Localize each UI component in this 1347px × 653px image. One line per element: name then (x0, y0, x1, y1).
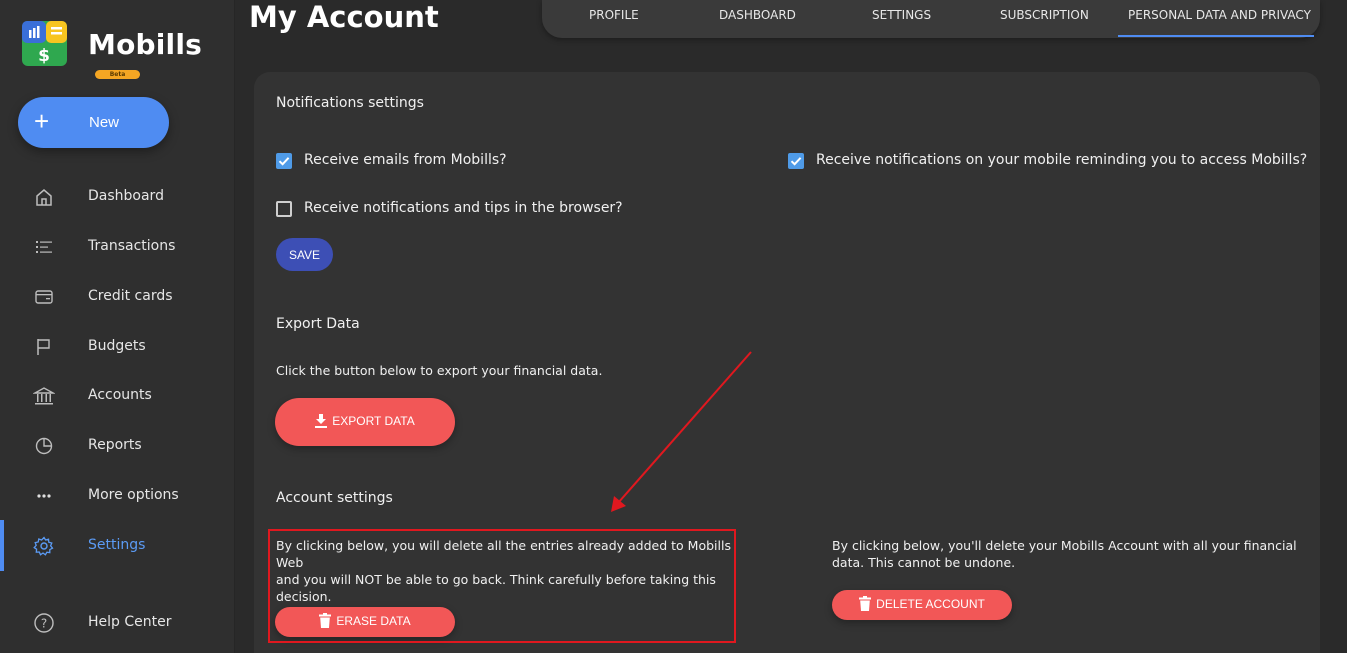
new-button-label: New (89, 114, 120, 131)
delete-account-description: By clicking below, you'll delete your Mo… (832, 537, 1302, 571)
account-section-title: Account settings (276, 490, 393, 506)
app-root: $ Mobills Beta + New Dashboard Transacti… (0, 0, 1347, 653)
gear-icon (33, 536, 54, 556)
annotation-highlight-box (268, 529, 736, 643)
sidebar-item-label: Settings (88, 537, 146, 553)
svg-text:?: ? (41, 617, 47, 631)
active-tab-underline (1118, 35, 1314, 37)
export-description: Click the button below to export your fi… (276, 363, 603, 378)
delete-account-button[interactable]: DELETE ACCOUNT (832, 590, 1012, 620)
plus-icon: + (34, 106, 50, 136)
export-section-title: Export Data (276, 316, 360, 332)
tab-settings[interactable]: SETTINGS (872, 8, 931, 22)
brand-name: Mobills (88, 28, 203, 61)
download-icon (315, 413, 328, 428)
sidebar-item-label: Credit cards (88, 288, 173, 304)
sidebar-item-reports[interactable]: Reports (0, 426, 234, 466)
flag-icon (37, 339, 50, 355)
sidebar-item-dashboard[interactable]: Dashboard (0, 177, 234, 217)
save-button[interactable]: SAVE (276, 238, 333, 271)
beta-badge: Beta (95, 70, 140, 79)
checkbox-unchecked[interactable] (276, 201, 292, 217)
new-button[interactable]: + New (18, 97, 169, 148)
tab-subscription[interactable]: SUBSCRIPTION (1000, 8, 1089, 22)
page-title: My Account (249, 0, 439, 34)
delete-description-line: By clicking below, you'll delete your Mo… (832, 538, 1297, 553)
credit-card-icon (35, 290, 53, 304)
browser-checkbox-label: Receive notifications and tips in the br… (304, 200, 623, 216)
emails-checkbox-row[interactable]: Receive emails from Mobills? (276, 152, 536, 172)
sidebar-item-label: Dashboard (88, 188, 164, 204)
sidebar-item-label: Reports (88, 437, 142, 453)
mobills-logo-icon: $ (22, 21, 67, 66)
tab-dashboard[interactable]: DASHBOARD (719, 8, 796, 22)
pie-chart-icon (35, 437, 53, 455)
sidebar-item-label: Transactions (88, 238, 176, 254)
browser-checkbox-row[interactable]: Receive notifications and tips in the br… (276, 200, 623, 220)
more-icon (37, 494, 51, 498)
account-tabs: PROFILE DASHBOARD SETTINGS SUBSCRIPTION … (542, 0, 1320, 38)
sidebar-item-budgets[interactable]: Budgets (0, 327, 234, 367)
sidebar-item-accounts[interactable]: Accounts (0, 376, 234, 416)
sidebar-item-settings[interactable]: Settings (0, 526, 234, 566)
export-data-button[interactable]: EXPORT DATA (275, 398, 455, 446)
export-data-button-label: EXPORT DATA (332, 413, 415, 428)
trash-icon (859, 596, 872, 611)
list-icon (36, 241, 52, 253)
sidebar-item-label: Budgets (88, 338, 146, 354)
sidebar-item-more-options[interactable]: More options (0, 476, 234, 516)
help-icon: ? (34, 613, 54, 633)
home-icon (36, 189, 52, 206)
sidebar-item-label: Accounts (88, 387, 152, 403)
tab-profile[interactable]: PROFILE (589, 8, 639, 22)
notifications-section-title: Notifications settings (276, 95, 424, 111)
sidebar-item-credit-cards[interactable]: Credit cards (0, 277, 234, 317)
sidebar-item-label: More options (88, 487, 179, 503)
delete-description-line: data. This cannot be undone. (832, 555, 1016, 570)
emails-checkbox-label: Receive emails from Mobills? (304, 152, 507, 168)
sidebar-item-transactions[interactable]: Transactions (0, 227, 234, 267)
sidebar-item-label: Help Center (88, 614, 172, 630)
mobile-checkbox-row[interactable]: Receive notifications on your mobile rem… (788, 152, 1307, 172)
checkbox-checked[interactable] (276, 153, 292, 169)
svg-text:$: $ (38, 46, 50, 66)
mobile-checkbox-label: Receive notifications on your mobile rem… (816, 152, 1308, 168)
bank-icon (33, 387, 55, 405)
checkbox-checked[interactable] (788, 153, 804, 169)
delete-account-button-label: DELETE ACCOUNT (876, 596, 985, 611)
tab-personal-data-and-privacy[interactable]: PERSONAL DATA AND PRIVACY (1128, 8, 1311, 22)
sidebar: $ Mobills Beta + New Dashboard Transacti… (0, 0, 235, 653)
sidebar-item-help-center[interactable]: ? Help Center (0, 603, 234, 643)
